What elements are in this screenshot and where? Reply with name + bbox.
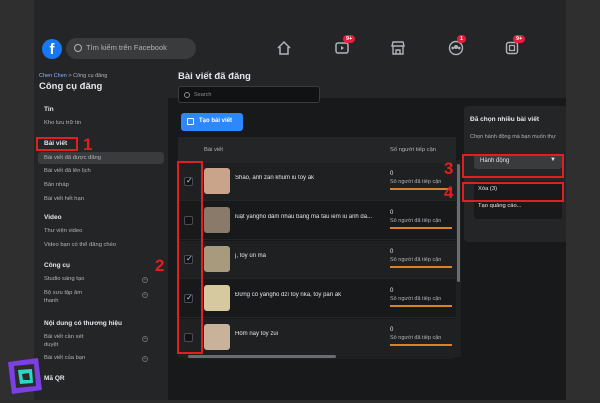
- watch-badge: 9+: [343, 35, 356, 43]
- edit-icon: [187, 118, 194, 125]
- table-row[interactable]: Shao, anh zẫn khum iu toy ák 0 Số người đã…: [178, 163, 456, 201]
- facebook-search-input[interactable]: Tìm kiếm trên Facebook: [66, 38, 196, 59]
- sidebar: Chen Chen > Công cụ đăng Công cụ đăng Ti…: [34, 66, 168, 400]
- annotation-box-checkboxes: [177, 161, 203, 354]
- column-header-post[interactable]: Bài viết: [204, 147, 223, 153]
- section-tin: Tin: [44, 106, 54, 113]
- external-link-icon: +: [142, 277, 148, 283]
- posts-search-input[interactable]: Search: [178, 86, 320, 103]
- annotation-box-delete-option: [462, 182, 564, 202]
- post-thumbnail[interactable]: [204, 324, 230, 350]
- sidebar-item-sound-collection-2[interactable]: thanh: [44, 298, 59, 304]
- sidebar-item-scheduled-posts[interactable]: Bài viết đã lên lịch: [44, 168, 91, 174]
- post-text[interactable]: j, toy ún mà: [235, 253, 385, 259]
- sidebar-title: Công cụ đăng: [39, 81, 103, 92]
- sidebar-item-published-posts[interactable]: Bài viết đã được đăng: [38, 152, 164, 164]
- facebook-logo-icon[interactable]: f: [42, 39, 62, 59]
- section-video: Video: [44, 214, 62, 221]
- annotation-number: 1: [83, 135, 93, 154]
- annotation-number: 2: [155, 256, 165, 275]
- brand-logo-icon: [2, 354, 46, 398]
- reach-bar: [390, 305, 452, 307]
- watch-icon[interactable]: 9+: [334, 35, 356, 56]
- groups-badge: 1: [457, 35, 467, 43]
- reach-label: Số người đã tiếp cận: [390, 257, 442, 263]
- search-placeholder: Tìm kiếm trên Facebook: [86, 43, 167, 52]
- sidebar-item-sound-collection[interactable]: Bộ sưu tập âm: [44, 290, 82, 296]
- reach-count: 0: [390, 210, 394, 216]
- post-text[interactable]: luật yangho đảm nhau bằng mã tấu iem iu …: [235, 214, 385, 220]
- create-post-button[interactable]: Tạo bài viết: [181, 113, 243, 131]
- post-text[interactable]: Hôm nay toy zui: [235, 331, 385, 337]
- reach-bar: [390, 188, 452, 190]
- reach-label: Số người đã tiếp cận: [390, 218, 442, 224]
- vertical-scrollbar[interactable]: [456, 160, 461, 357]
- gaming-icon[interactable]: 9+: [504, 35, 526, 56]
- post-text[interactable]: Đừng có yangho dzí toy nka, toy pắn ák: [235, 292, 385, 298]
- groups-icon[interactable]: 1: [448, 35, 467, 56]
- reach-label: Số người đã tiếp cận: [390, 296, 442, 302]
- reach-label: Số người đã tiếp cận: [390, 335, 442, 341]
- annotation-number: 4: [444, 183, 454, 202]
- sidebar-item-posts-to-review-2[interactable]: duyệt: [44, 342, 58, 348]
- breadcrumb: Chen Chen > Công cụ đăng: [39, 73, 107, 79]
- external-link-icon: +: [142, 292, 148, 298]
- sidebar-item-drafts[interactable]: Bản nháp: [44, 182, 69, 188]
- scrollbar-thumb[interactable]: [457, 164, 460, 282]
- table-row[interactable]: Hôm nay toy zui 0 Số người đã tiếp cận: [178, 319, 456, 357]
- reach-count: 0: [390, 327, 394, 333]
- column-header-reach[interactable]: Số người tiếp cận: [390, 147, 436, 153]
- annotation-box-action-dropdown: [462, 154, 564, 178]
- external-link-icon: +: [142, 356, 148, 362]
- sidebar-item-crosspost-videos[interactable]: Video bạn có thể đăng chéo: [44, 242, 116, 248]
- reach-bar: [390, 227, 452, 229]
- create-post-label: Tạo bài viết: [199, 118, 233, 124]
- sidebar-item-story-archive[interactable]: Kho lưu trữ tin: [44, 120, 81, 126]
- panel-title: Đã chọn nhiều bài viết: [470, 116, 539, 123]
- breadcrumb-page-link[interactable]: Chen Chen: [39, 73, 67, 79]
- home-icon[interactable]: [276, 40, 292, 56]
- table-header: Bài viết Số người tiếp cận: [178, 137, 456, 163]
- breadcrumb-current: > Công cụ đăng: [66, 73, 108, 79]
- external-link-icon: +: [142, 336, 148, 342]
- search-placeholder: Search: [194, 92, 212, 98]
- reach-label: Số người đã tiếp cận: [390, 179, 442, 185]
- panel-description: Chọn hành động mà bạn muốn thự: [470, 134, 556, 140]
- reach-bar: [390, 266, 452, 268]
- section-qr-code[interactable]: Mã QR: [44, 375, 65, 382]
- post-text[interactable]: Shao, anh zẫn khum iu toy ák: [235, 175, 385, 181]
- post-thumbnail[interactable]: [204, 285, 230, 311]
- section-tools: Công cụ: [44, 262, 70, 269]
- search-icon: [74, 44, 82, 52]
- post-thumbnail[interactable]: [204, 246, 230, 272]
- gaming-badge: 9+: [513, 35, 526, 43]
- page-title: Bài viết đã đăng: [178, 71, 251, 82]
- reach-count: 0: [390, 171, 394, 177]
- sidebar-item-posts-to-review[interactable]: Bài viết cần xét: [44, 334, 83, 340]
- annotation-box-posts: [36, 137, 78, 151]
- annotation-number: 3: [444, 159, 454, 178]
- reach-count: 0: [390, 249, 394, 255]
- search-icon: [184, 92, 190, 98]
- sidebar-item-your-posts[interactable]: Bài viết của bạn: [44, 355, 85, 361]
- screenshot-frame: f Tìm kiếm trên Facebook 9+ 1 9+ Chen Ch…: [0, 0, 600, 400]
- table-row[interactable]: Đừng có yangho dzí toy nka, toy pắn ák 0 S…: [178, 280, 456, 318]
- horizontal-scrollbar[interactable]: [184, 354, 454, 359]
- reach-bar: [390, 344, 452, 346]
- sidebar-item-video-library[interactable]: Thư viện video: [44, 228, 82, 234]
- menu-item-create-ad[interactable]: Tạo quảng cáo...: [478, 203, 522, 209]
- section-branded-content: Nội dung có thương hiệu: [44, 320, 122, 327]
- table-row[interactable]: j, toy ún mà 0 Số người đã tiếp cận: [178, 241, 456, 279]
- table-row[interactable]: luật yangho đảm nhau bằng mã tấu iem iu …: [178, 202, 456, 240]
- sidebar-item-creator-studio[interactable]: Studio sáng tạo: [44, 276, 84, 282]
- post-thumbnail[interactable]: [204, 168, 230, 194]
- sidebar-item-expired-posts[interactable]: Bài viết hết hạn: [44, 196, 84, 202]
- marketplace-icon[interactable]: [390, 40, 406, 56]
- posts-table: Bài viết Số người tiếp cận Shao, anh zẫn…: [178, 137, 456, 363]
- scrollbar-thumb[interactable]: [188, 355, 336, 358]
- reach-count: 0: [390, 288, 394, 294]
- post-thumbnail[interactable]: [204, 207, 230, 233]
